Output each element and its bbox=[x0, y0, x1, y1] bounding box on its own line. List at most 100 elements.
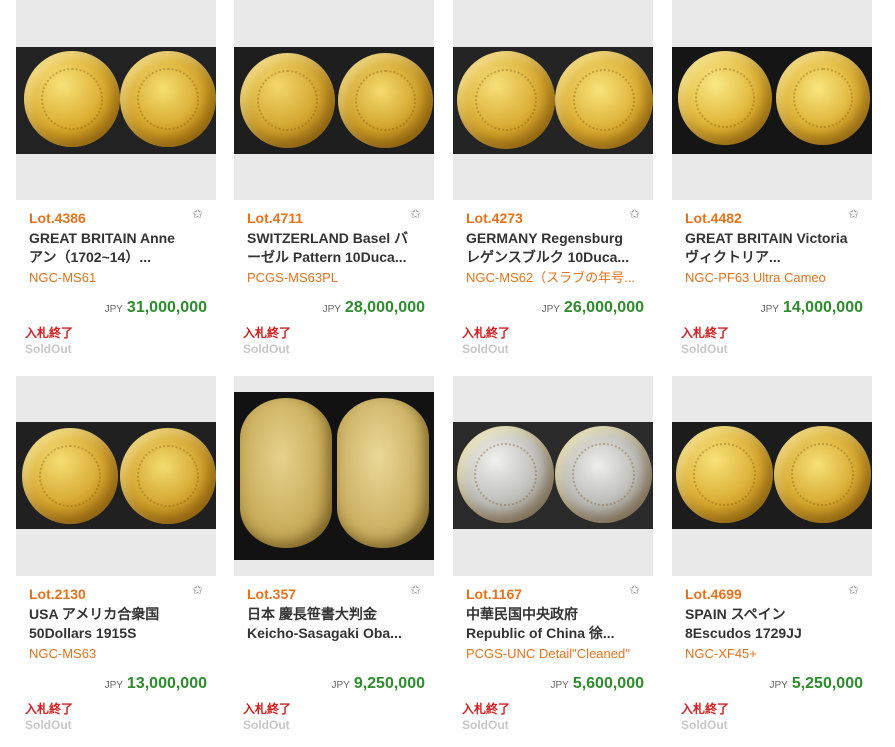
lot-title[interactable]: SPAIN スペイン 8Escudos 1729JJ bbox=[685, 605, 861, 643]
favorite-star-icon[interactable]: ✩ bbox=[192, 583, 203, 597]
lot-number[interactable]: Lot.357 bbox=[247, 586, 296, 602]
lot-card[interactable]: Lot.4699 ✩ SPAIN スペイン 8Escudos 1729JJ NG… bbox=[672, 376, 872, 734]
soldout-label: SoldOut bbox=[25, 718, 72, 732]
lot-title[interactable]: GERMANY Regensburg レゲンスブルク 10Duca... bbox=[466, 229, 642, 267]
lot-number[interactable]: Lot.4273 bbox=[466, 210, 523, 226]
oban-obverse bbox=[240, 398, 332, 548]
favorite-star-icon[interactable]: ✩ bbox=[848, 207, 859, 221]
lot-title-line2: Republic of China 徐... bbox=[466, 625, 615, 641]
lot-card[interactable]: Lot.357 ✩ 日本 慶長笹書大判金 Keicho-Sasagaki Oba… bbox=[234, 376, 434, 734]
lot-card[interactable]: Lot.4482 ✩ GREAT BRITAIN Victoria ヴィクトリア… bbox=[672, 0, 872, 358]
lot-price: JPY 9,250,000 bbox=[331, 674, 425, 696]
lot-title[interactable]: SWITZERLAND Basel バ ーゼル Pattern 10Duca..… bbox=[247, 229, 423, 267]
soldout-label: SoldOut bbox=[681, 718, 728, 732]
soldout-label: SoldOut bbox=[25, 342, 72, 356]
coin-image-area[interactable] bbox=[16, 0, 216, 200]
price-value: 26,000,000 bbox=[563, 299, 644, 316]
lot-info: Lot.4482 ✩ GREAT BRITAIN Victoria ヴィクトリア… bbox=[672, 200, 872, 358]
lot-price: JPY 5,250,000 bbox=[769, 674, 863, 696]
coin-photo[interactable] bbox=[453, 47, 653, 154]
lot-title-line2: 8Escudos 1729JJ bbox=[685, 625, 802, 641]
price-currency: JPY bbox=[541, 304, 560, 315]
lot-number[interactable]: Lot.4711 bbox=[247, 210, 303, 226]
lot-card[interactable]: Lot.4386 ✩ GREAT BRITAIN Anne アン（1702~14… bbox=[16, 0, 216, 358]
lot-price: JPY 28,000,000 bbox=[323, 298, 425, 320]
lot-price: JPY 14,000,000 bbox=[761, 298, 863, 320]
price-value: 31,000,000 bbox=[126, 299, 207, 316]
price-currency: JPY bbox=[322, 304, 341, 315]
lot-card[interactable]: Lot.4273 ✩ GERMANY Regensburg レゲンスブルク 10… bbox=[453, 0, 653, 358]
coin-photo[interactable] bbox=[672, 422, 872, 529]
coin-image-area[interactable] bbox=[234, 0, 434, 200]
coin-photo[interactable] bbox=[16, 422, 216, 529]
price-currency: JPY bbox=[550, 680, 569, 691]
lot-number[interactable]: Lot.2130 bbox=[29, 586, 86, 602]
lot-title-line1: 中華民国中央政府 bbox=[466, 606, 578, 622]
coin-photo[interactable] bbox=[672, 47, 872, 154]
coin-photo[interactable] bbox=[234, 47, 434, 154]
favorite-star-icon[interactable]: ✩ bbox=[629, 583, 640, 597]
bid-status: 入札終了 bbox=[681, 702, 730, 716]
coin-reverse bbox=[120, 428, 216, 524]
coin-photo[interactable] bbox=[16, 47, 216, 154]
lot-card[interactable]: Lot.2130 ✩ USA アメリカ合衆国 50Dollars 1915S N… bbox=[16, 376, 216, 734]
lot-number[interactable]: Lot.4482 bbox=[685, 210, 742, 226]
lot-title-line1: GERMANY Regensburg bbox=[466, 230, 623, 246]
lot-title-line1: SPAIN スペイン bbox=[685, 606, 786, 622]
favorite-star-icon[interactable]: ✩ bbox=[629, 207, 640, 221]
coin-photo[interactable] bbox=[234, 392, 434, 560]
lot-info: Lot.1167 ✩ 中華民国中央政府 Republic of China 徐.… bbox=[453, 576, 653, 734]
favorite-star-icon[interactable]: ✩ bbox=[410, 207, 421, 221]
price-value: 28,000,000 bbox=[344, 299, 425, 316]
coin-image-area[interactable] bbox=[16, 376, 216, 576]
favorite-star-icon[interactable]: ✩ bbox=[848, 583, 859, 597]
lot-title[interactable]: USA アメリカ合衆国 50Dollars 1915S bbox=[29, 605, 205, 643]
soldout-label: SoldOut bbox=[462, 718, 509, 732]
coin-image-area[interactable] bbox=[234, 376, 434, 576]
lot-grade: NGC-MS63 bbox=[29, 646, 97, 661]
oban-reverse bbox=[337, 398, 429, 548]
lot-grade: PCGS-UNC Detail"Cleaned" bbox=[466, 646, 630, 661]
coin-image-area[interactable] bbox=[672, 376, 872, 576]
lot-title[interactable]: 日本 慶長笹書大判金 Keicho-Sasagaki Oba... bbox=[247, 605, 423, 643]
bid-status: 入札終了 bbox=[462, 702, 511, 716]
bid-status: 入札終了 bbox=[243, 326, 292, 340]
coin-obverse bbox=[676, 426, 773, 523]
price-value: 5,250,000 bbox=[791, 675, 863, 692]
lot-title-line1: GREAT BRITAIN Victoria bbox=[685, 230, 848, 246]
coin-image-area[interactable] bbox=[453, 0, 653, 200]
lot-number[interactable]: Lot.4386 bbox=[29, 210, 86, 226]
price-value: 13,000,000 bbox=[126, 675, 207, 692]
lot-title-line1: 日本 慶長笹書大判金 bbox=[247, 606, 377, 622]
bid-status: 入札終了 bbox=[243, 702, 292, 716]
bid-status: 入札終了 bbox=[25, 326, 74, 340]
soldout-label: SoldOut bbox=[243, 342, 290, 356]
lot-title-line2: アン（1702~14）... bbox=[29, 249, 152, 265]
price-value: 5,600,000 bbox=[572, 675, 644, 692]
coin-image-area[interactable] bbox=[672, 0, 872, 200]
coin-image-area[interactable] bbox=[453, 376, 653, 576]
price-value: 9,250,000 bbox=[353, 675, 425, 692]
lot-title[interactable]: GREAT BRITAIN Victoria ヴィクトリア... bbox=[685, 229, 861, 267]
lot-number[interactable]: Lot.4699 bbox=[685, 586, 742, 602]
lot-number[interactable]: Lot.1167 bbox=[466, 586, 522, 602]
lot-title-line1: SWITZERLAND Basel バ bbox=[247, 230, 409, 246]
lot-grade: NGC-MS61 bbox=[29, 270, 97, 285]
lot-info: Lot.4699 ✩ SPAIN スペイン 8Escudos 1729JJ NG… bbox=[672, 576, 872, 734]
coin-reverse bbox=[776, 51, 870, 145]
price-currency: JPY bbox=[104, 680, 123, 691]
coin-obverse bbox=[457, 51, 555, 149]
favorite-star-icon[interactable]: ✩ bbox=[410, 583, 421, 597]
price-currency: JPY bbox=[331, 680, 350, 691]
lot-info: Lot.4273 ✩ GERMANY Regensburg レゲンスブルク 10… bbox=[453, 200, 653, 358]
coin-obverse bbox=[240, 53, 335, 148]
lot-card[interactable]: Lot.4711 ✩ SWITZERLAND Basel バ ーゼル Patte… bbox=[234, 0, 434, 358]
lot-title[interactable]: GREAT BRITAIN Anne アン（1702~14）... bbox=[29, 229, 205, 267]
lot-card[interactable]: Lot.1167 ✩ 中華民国中央政府 Republic of China 徐.… bbox=[453, 376, 653, 734]
coin-photo[interactable] bbox=[453, 422, 653, 529]
lot-title-line2: ヴィクトリア... bbox=[685, 249, 781, 265]
lot-title[interactable]: 中華民国中央政府 Republic of China 徐... bbox=[466, 605, 642, 643]
favorite-star-icon[interactable]: ✩ bbox=[192, 207, 203, 221]
coin-reverse bbox=[774, 426, 871, 523]
lot-title-line2: レゲンスブルク 10Duca... bbox=[466, 249, 630, 265]
